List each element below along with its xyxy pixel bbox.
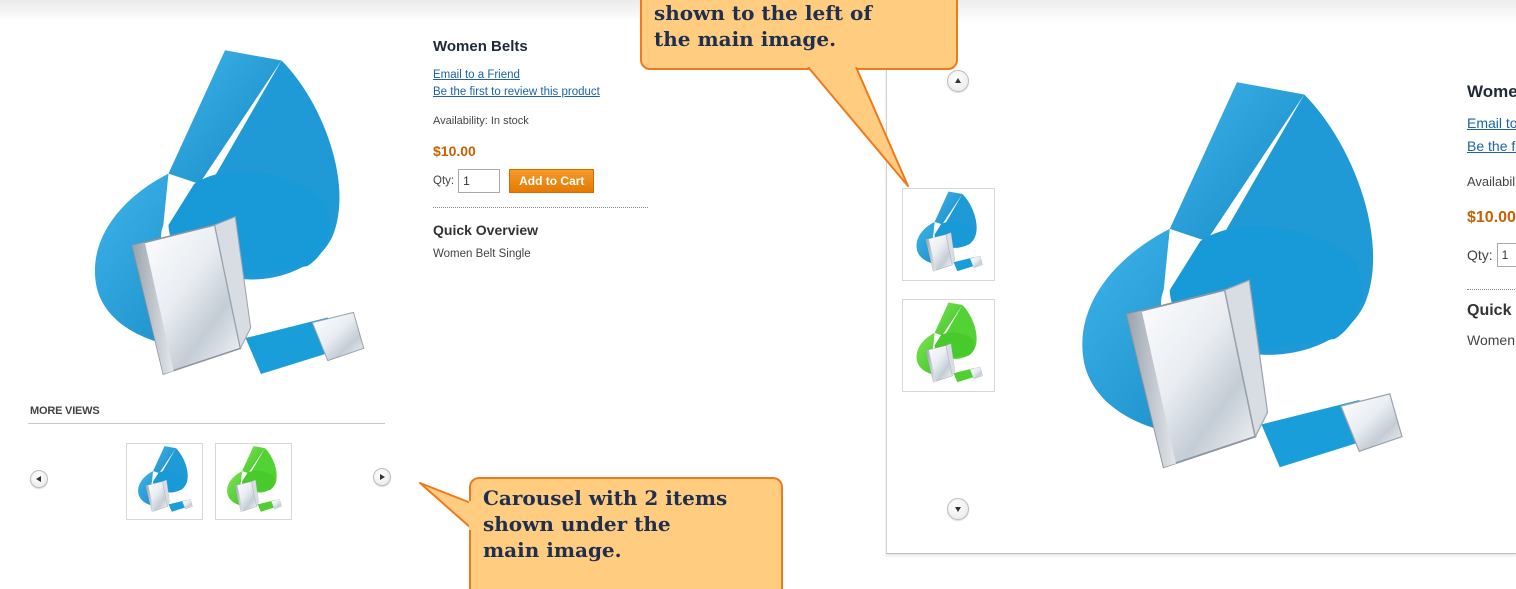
callout-bottom-line-1: Carousel with 2 items [483, 486, 728, 510]
chevron-up-icon [954, 78, 961, 83]
carousel-prev-button[interactable] [30, 470, 48, 488]
callout-bottom: Carousel with 2 items shown under the ma… [469, 477, 783, 589]
product-price: $10.00 [433, 143, 476, 159]
product-view-carousel-left: Women Belts Email to a Friend Be the fir… [886, 0, 1516, 554]
add-to-cart-row: Qty: Add to Cart [433, 169, 648, 193]
quick-overview-heading: Quick Overview [1467, 302, 1516, 319]
product-title: Women Belts [1467, 82, 1516, 101]
qty-input[interactable] [1496, 243, 1516, 267]
callout-top-line-2: the main image. [654, 27, 837, 51]
product-short-description: Women Belt Single [1467, 332, 1516, 348]
product-info: Women Belts Email to a Friend Be the fir… [433, 38, 648, 368]
email-to-friend-link[interactable]: Email to a Friend [1467, 112, 1516, 135]
more-views-heading: MORE VIEWS [30, 405, 100, 417]
carousel-up-button[interactable] [947, 70, 969, 92]
chevron-left-icon [36, 475, 41, 482]
thumbnail-blue-belt[interactable] [902, 188, 995, 281]
carousel-next-button[interactable] [373, 468, 391, 486]
divider [28, 423, 385, 424]
thumbnail-green-belt[interactable] [902, 299, 995, 392]
product-title: Women Belts [433, 38, 528, 55]
email-to-friend-link[interactable]: Email to a Friend [433, 67, 648, 84]
callout-bottom-line-2: shown under the [483, 512, 671, 536]
blue-belt-thumb-image [903, 189, 994, 280]
panel-top-band [887, 0, 1516, 24]
callout-top-line-1: shown to the left of [654, 1, 872, 25]
qty-input[interactable] [458, 169, 501, 193]
green-belt-thumb-image [903, 300, 994, 391]
dotted-divider [1467, 289, 1516, 290]
product-info-cropped: Women Belts Email to a Friend Be the fir… [1467, 82, 1516, 412]
green-belt-thumb-image [216, 444, 291, 519]
chevron-down-icon [954, 507, 961, 512]
availability-text: Availability: In stock [1467, 174, 1516, 189]
carousel-down-button[interactable] [947, 498, 969, 520]
add-to-cart-button[interactable]: Add to Cart [509, 169, 595, 193]
product-price: $10.00 [1467, 209, 1516, 226]
review-link[interactable]: Be the first to review this product [1467, 135, 1516, 158]
availability-text: Availability: In stock [433, 115, 529, 127]
quick-overview-heading: Quick Overview [433, 222, 539, 238]
thumbnail-blue-belt[interactable] [126, 443, 203, 520]
qty-label: Qty: [433, 175, 455, 187]
dotted-divider [433, 207, 648, 208]
main-product-image[interactable] [1052, 70, 1422, 510]
callout-bottom-line-3: main image. [483, 538, 622, 562]
thumbnail-green-belt[interactable] [215, 443, 292, 520]
review-link[interactable]: Be the first to review this product [433, 84, 648, 101]
add-to-cart-row: Qty: [1467, 243, 1516, 267]
product-short-description: Women Belt Single [433, 248, 531, 260]
main-product-image[interactable] [70, 40, 380, 410]
blue-belt-thumb-image [127, 444, 202, 519]
qty-label: Qty: [1467, 247, 1493, 263]
chevron-right-icon [380, 473, 385, 480]
callout-top: shown to the left of the main image. [640, 0, 958, 70]
